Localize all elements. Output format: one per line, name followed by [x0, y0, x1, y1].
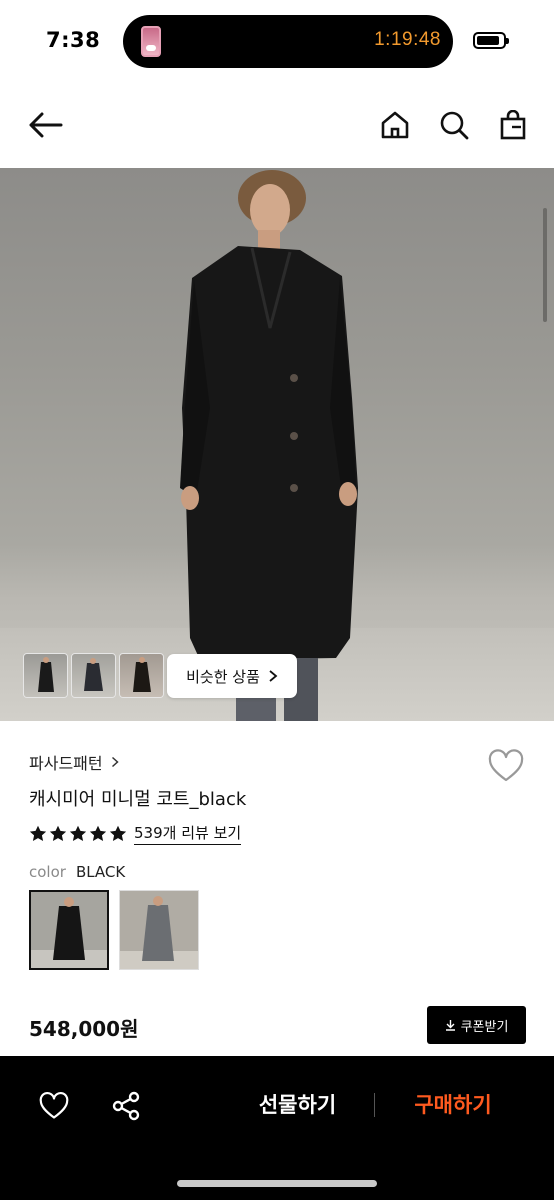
product-name: 캐시미어 미니멀 코트_black [29, 789, 247, 810]
download-icon [445, 1020, 455, 1031]
dynamic-island[interactable]: 1:19:48 [123, 15, 453, 68]
buy-button[interactable]: 구매하기 [398, 1089, 508, 1123]
live-activity-timer: 1:19:48 [374, 29, 441, 50]
star-icon [109, 825, 127, 842]
coupon-button[interactable]: 쿠폰받기 [427, 1006, 526, 1044]
model-in-coat-illustration [180, 170, 358, 721]
review-link[interactable]: 539개 리뷰 보기 [134, 822, 242, 845]
rating-stars [29, 825, 127, 842]
live-activity-app-icon [141, 26, 161, 57]
hero-scroll-indicator [543, 208, 547, 322]
chevron-right-icon [111, 756, 119, 768]
brand-link[interactable]: 파사드패턴 [29, 750, 119, 774]
status-bar: 7:38 1:19:48 [0, 0, 554, 84]
wishlist-heart-icon[interactable] [487, 749, 525, 783]
brand-name: 파사드패턴 [29, 754, 103, 773]
color-label: color [29, 863, 66, 881]
back-arrow-icon[interactable] [26, 106, 64, 144]
star-icon [69, 825, 87, 842]
product-price: 548,000원 [29, 1017, 139, 1041]
hero-thumbnail-2[interactable] [71, 653, 116, 698]
bottom-action-bar: 선물하기 구매하기 [0, 1056, 554, 1200]
similar-products-button[interactable]: 비슷한 상품 [167, 654, 297, 698]
top-nav-bar [0, 84, 554, 168]
color-swatch-black[interactable] [29, 890, 109, 970]
search-icon[interactable] [435, 106, 473, 144]
color-value: BLACK [75, 863, 126, 881]
color-swatch-grey[interactable] [119, 890, 199, 970]
product-hero-image[interactable]: 비슷한 상품 [0, 168, 554, 721]
heart-icon[interactable] [36, 1088, 72, 1124]
rating-row: 539개 리뷰 보기 [29, 822, 242, 845]
hero-thumbnail-1[interactable] [23, 653, 68, 698]
divider [374, 1093, 375, 1117]
share-icon[interactable] [108, 1088, 144, 1124]
similar-products-label: 비슷한 상품 [186, 667, 260, 686]
battery-icon [473, 32, 509, 49]
coupon-label: 쿠폰받기 [460, 1019, 509, 1035]
home-indicator [177, 1180, 377, 1187]
star-icon [29, 825, 47, 842]
gift-button[interactable]: 선물하기 [240, 1089, 355, 1123]
status-time: 7:38 [46, 28, 101, 52]
hero-thumbnail-3[interactable] [119, 653, 164, 698]
color-row: color BLACK [29, 863, 125, 881]
shopping-bag-icon[interactable] [494, 106, 532, 144]
star-icon [89, 825, 107, 842]
home-icon[interactable] [376, 106, 414, 144]
star-icon [49, 825, 67, 842]
chevron-right-icon [269, 670, 278, 682]
